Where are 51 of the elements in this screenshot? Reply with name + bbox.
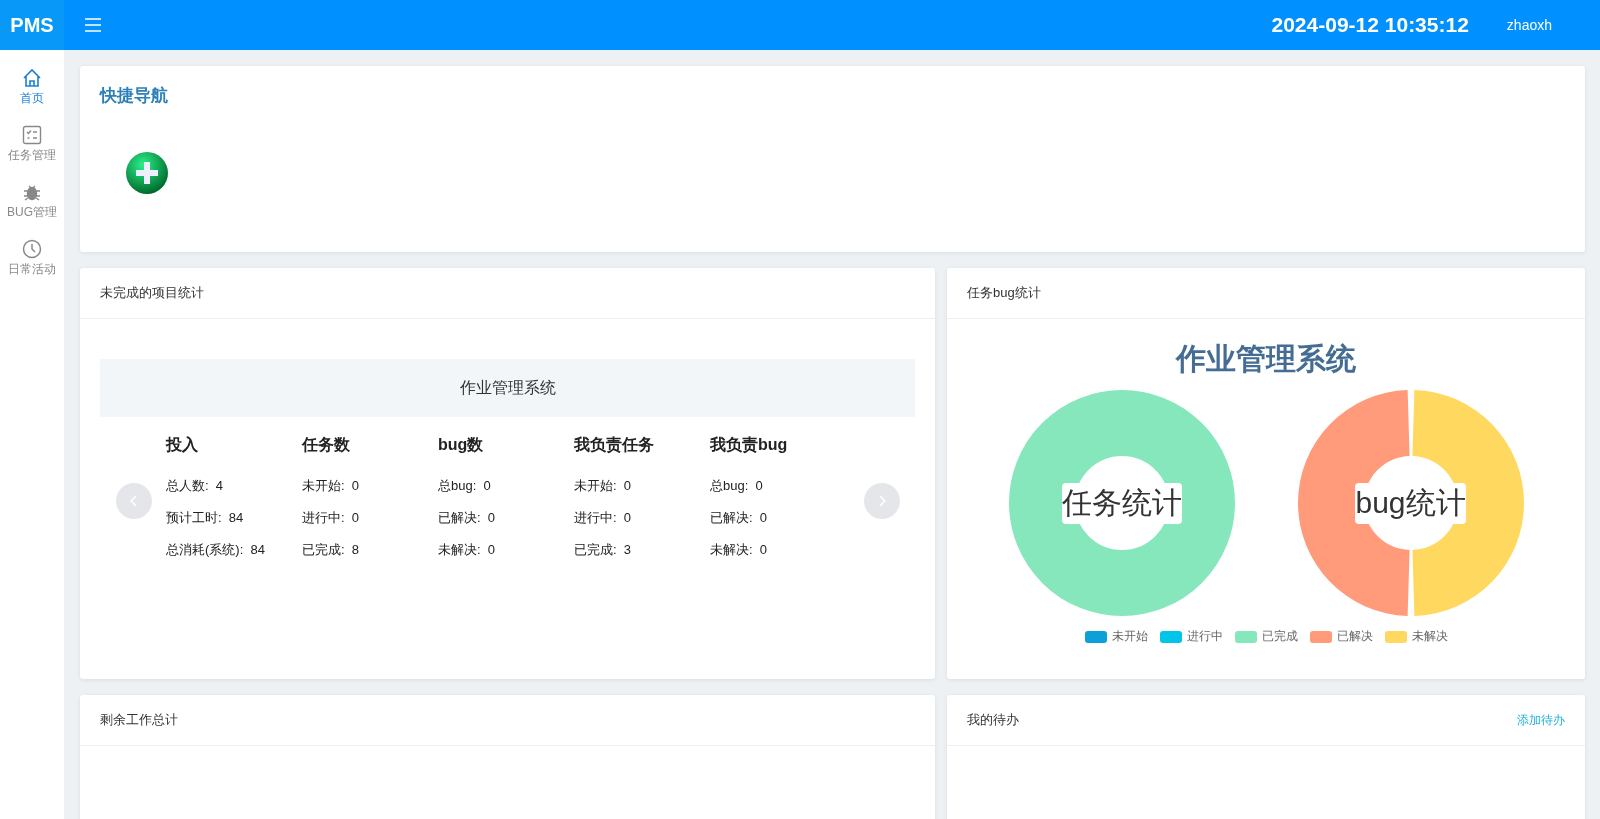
legend-label[interactable]: 未解决 — [1411, 628, 1448, 645]
user-name[interactable]: zhaoxh — [1506, 17, 1552, 33]
card-title: 快捷导航 — [98, 85, 169, 107]
stat-heading: 任务数 — [302, 435, 351, 455]
stat-line: 未解决: 0 — [710, 541, 769, 559]
stat-line: 未开始: 0 — [302, 477, 361, 495]
sidebar-item[interactable]: 任务管理 — [8, 125, 56, 164]
project-name: 作业管理系统 — [100, 359, 915, 417]
add-icon[interactable] — [125, 151, 169, 195]
clock-icon — [22, 239, 42, 259]
menu-icon — [84, 17, 102, 33]
stat-line: 总bug: 0 — [710, 477, 764, 495]
checklist-icon — [22, 125, 42, 145]
stat-line: 已完成: 8 — [302, 541, 361, 559]
chevron-right-icon — [878, 494, 886, 507]
stat-line: 已解决: 0 — [438, 509, 497, 527]
card-title: 我的待办 — [967, 711, 1019, 729]
legend-label[interactable]: 已完成 — [1261, 628, 1298, 645]
chevron-left-icon — [130, 494, 138, 507]
add-todo-link[interactable]: 添加待办 — [1517, 711, 1565, 729]
sidebar-item[interactable]: BUG管理 — [7, 182, 57, 221]
stat-line: 已完成: 3 — [574, 541, 633, 559]
card-title: 任务bug统计 — [967, 284, 1041, 302]
stat-heading: 我负责任务 — [574, 435, 655, 456]
stat-line: 预计工时: 84 — [166, 509, 245, 527]
donut-label: 任务统计 — [1061, 482, 1182, 524]
stat-heading: 投入 — [166, 435, 199, 455]
stat-line: 已解决: 0 — [710, 509, 769, 527]
card-title: 剩余工作总计 — [100, 711, 178, 729]
datetime: 2024-09-12 10:35:12 — [1271, 13, 1469, 37]
stat-heading: 我负责bug — [710, 435, 789, 456]
stat-line: 未开始: 0 — [574, 477, 633, 495]
stat-line: 总人数: 4 — [166, 477, 225, 495]
stat-line: 未解决: 0 — [438, 541, 497, 559]
stat-heading: bug数 — [438, 435, 485, 455]
chart-title: 作业管理系统 — [1174, 341, 1357, 377]
sidebar-item[interactable]: 日常活动 — [8, 239, 56, 278]
legend-label[interactable]: 已解决 — [1336, 628, 1373, 645]
card-title: 未完成的项目统计 — [100, 284, 204, 302]
home-icon — [22, 68, 42, 88]
previous-button[interactable] — [116, 482, 152, 519]
stat-line: 进行中: 0 — [574, 509, 633, 527]
app-logo: PMS — [0, 0, 64, 50]
legend-label[interactable]: 未开始 — [1111, 628, 1148, 645]
stat-line: 总消耗(系统): 84 — [166, 541, 266, 559]
stat-line: 进行中: 0 — [302, 509, 361, 527]
donut-label: bug统计 — [1355, 482, 1466, 524]
next-button[interactable] — [864, 482, 900, 519]
stat-line: 总bug: 0 — [438, 477, 492, 495]
legend-label[interactable]: 进行中 — [1186, 628, 1223, 645]
sidebar-item[interactable]: 首页 — [20, 68, 44, 107]
